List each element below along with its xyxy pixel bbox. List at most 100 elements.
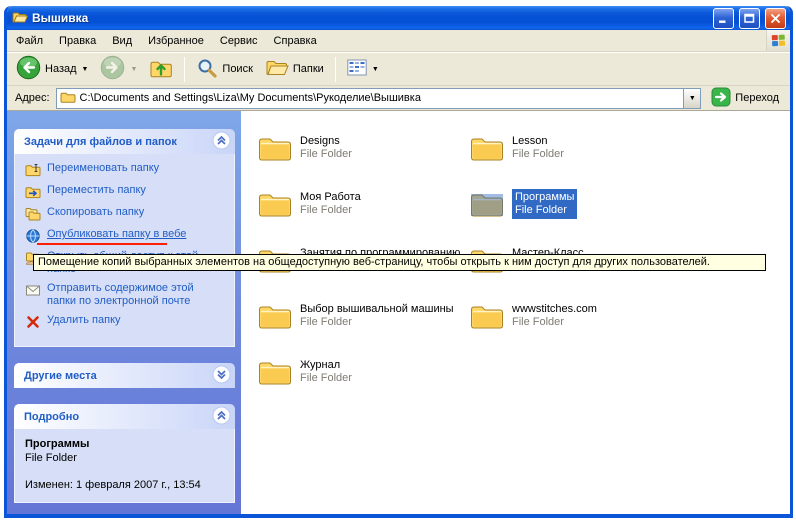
other-places-header[interactable]: Другие места	[14, 363, 235, 388]
folder-tile-vybor-mashiny[interactable]: Выбор вышивальной машиныFile Folder	[257, 301, 469, 357]
details-title: Подробно	[24, 411, 79, 423]
views-button[interactable]: ▼	[342, 57, 384, 81]
menu-tools[interactable]: Сервис	[212, 30, 266, 51]
windows-logo-icon	[766, 30, 790, 51]
task-label[interactable]: Опубликовать папку в вебе	[47, 228, 186, 241]
address-folder-icon	[60, 90, 76, 107]
folder-name: Lesson	[512, 135, 564, 148]
folder-tile-wwwstitches[interactable]: wwwstitches.comFile Folder	[469, 301, 681, 357]
folder-name: Designs	[300, 135, 352, 148]
minimize-button[interactable]	[713, 8, 734, 29]
search-icon	[196, 57, 218, 82]
folder-type: File Folder	[300, 204, 361, 217]
go-icon	[711, 87, 731, 110]
details-body: Программы File Folder Изменен: 1 февраля…	[14, 429, 235, 503]
menu-help[interactable]: Справка	[266, 30, 325, 51]
views-icon	[347, 59, 367, 79]
folder-icon	[469, 189, 505, 219]
folder-icon	[469, 133, 505, 163]
content-area: Задачи для файлов и папок Переименовать …	[7, 111, 790, 514]
go-label: Переход	[735, 92, 779, 104]
details-item-modified: Изменен: 1 февраля 2007 г., 13:54	[25, 478, 228, 492]
toolbar-separator	[184, 57, 185, 82]
search-label: Поиск	[222, 63, 252, 75]
task-label[interactable]: Скопировать папку	[47, 206, 144, 219]
address-dropdown-button[interactable]: ▼	[683, 89, 700, 108]
folder-tile-designs[interactable]: DesignsFile Folder	[257, 133, 469, 189]
folders-label: Папки	[293, 63, 324, 75]
folder-icon	[257, 133, 293, 163]
views-dropdown-icon[interactable]: ▼	[372, 66, 379, 73]
copy-folder-icon	[25, 206, 41, 222]
rename-folder-icon	[25, 162, 41, 178]
window-title: Вышивка	[32, 11, 708, 25]
folders-button[interactable]: Папки	[260, 56, 329, 83]
folder-name: Моя Работа	[300, 191, 361, 204]
task-email-folder[interactable]: Отправить содержимое этой папки по элект…	[25, 282, 228, 308]
file-tasks-title: Задачи для файлов и папок	[24, 136, 177, 148]
task-copy-folder[interactable]: Скопировать папку	[25, 206, 228, 222]
details-header[interactable]: Подробно	[14, 404, 235, 429]
address-input[interactable]: C:\Documents and Settings\Liza\My Docume…	[56, 88, 702, 109]
go-button[interactable]: Переход	[707, 87, 787, 110]
folder-icon	[257, 189, 293, 219]
folder-type: File Folder	[300, 372, 352, 385]
details-section: Подробно Программы File Folder Изменен: …	[14, 404, 235, 503]
folder-tile-zhurnal[interactable]: ЖурналFile Folder	[257, 357, 469, 413]
menu-favorites[interactable]: Избранное	[140, 30, 212, 51]
selection-overlay	[471, 194, 503, 216]
task-rename-folder[interactable]: Переименовать папку	[25, 162, 228, 178]
folder-icon	[257, 301, 293, 331]
chevron-up-icon[interactable]	[212, 131, 231, 153]
delete-icon	[25, 314, 41, 330]
task-pane: Задачи для файлов и папок Переименовать …	[7, 111, 241, 514]
folder-name: Журнал	[300, 359, 352, 372]
task-label[interactable]: Удалить папку	[47, 314, 121, 327]
back-button[interactable]: Назад ▼	[11, 53, 93, 85]
folder-type: File Folder	[300, 148, 352, 161]
folder-icon	[469, 301, 505, 331]
task-move-folder[interactable]: Переместить папку	[25, 184, 228, 200]
annotation-underline	[37, 243, 167, 245]
up-button[interactable]	[144, 55, 178, 84]
folder-type: File Folder	[512, 148, 564, 161]
folder-tile-moya-rabota[interactable]: Моя РаботаFile Folder	[257, 189, 469, 245]
details-item-name: Программы	[25, 437, 228, 451]
folder-type: File Folder	[515, 204, 574, 217]
folder-name: Программы	[515, 191, 574, 204]
task-label[interactable]: Отправить содержимое этой папки по элект…	[47, 282, 207, 308]
address-path[interactable]: C:\Documents and Settings\Liza\My Docume…	[80, 92, 680, 104]
chevron-up-icon[interactable]	[212, 406, 231, 428]
tooltip: Помещение копий выбранных элементов на о…	[33, 254, 766, 271]
move-folder-icon	[25, 184, 41, 200]
task-publish-folder-to-web[interactable]: Опубликовать папку в вебе	[25, 228, 228, 244]
forward-icon	[100, 55, 125, 83]
folder-icon	[257, 357, 293, 387]
menu-view[interactable]: Вид	[104, 30, 140, 51]
task-label[interactable]: Переименовать папку	[47, 162, 159, 175]
details-item-type: File Folder	[25, 451, 228, 465]
folders-icon	[265, 58, 289, 81]
folder-type: File Folder	[512, 316, 597, 329]
folder-tile-programmy-selected[interactable]: ПрограммыFile Folder	[469, 189, 681, 245]
maximize-button[interactable]	[739, 8, 760, 29]
task-label[interactable]: Переместить папку	[47, 184, 146, 197]
folder-tile-lesson[interactable]: LessonFile Folder	[469, 133, 681, 189]
title-bar: Вышивка	[7, 6, 790, 30]
task-delete-folder[interactable]: Удалить папку	[25, 314, 228, 330]
file-tasks-header[interactable]: Задачи для файлов и папок	[14, 129, 235, 154]
folder-type: File Folder	[300, 316, 454, 329]
chevron-down-icon[interactable]	[212, 365, 231, 387]
menu-edit[interactable]: Правка	[51, 30, 104, 51]
explorer-window: Вышивка Файл Правка Вид Избранное Сервис…	[4, 6, 793, 518]
menu-bar: Файл Правка Вид Избранное Сервис Справка	[7, 30, 790, 52]
folder-tiles: DesignsFile Folder LessonFile Folder Моя…	[257, 133, 790, 413]
back-dropdown-icon[interactable]: ▼	[82, 66, 89, 73]
file-tasks-section: Задачи для файлов и папок Переименовать …	[14, 129, 235, 347]
forward-button[interactable]: ▼	[95, 53, 142, 85]
publish-web-icon	[25, 228, 41, 244]
menu-file[interactable]: Файл	[8, 30, 51, 51]
search-button[interactable]: Поиск	[191, 55, 257, 84]
close-button[interactable]	[765, 8, 786, 29]
back-label: Назад	[45, 63, 77, 75]
